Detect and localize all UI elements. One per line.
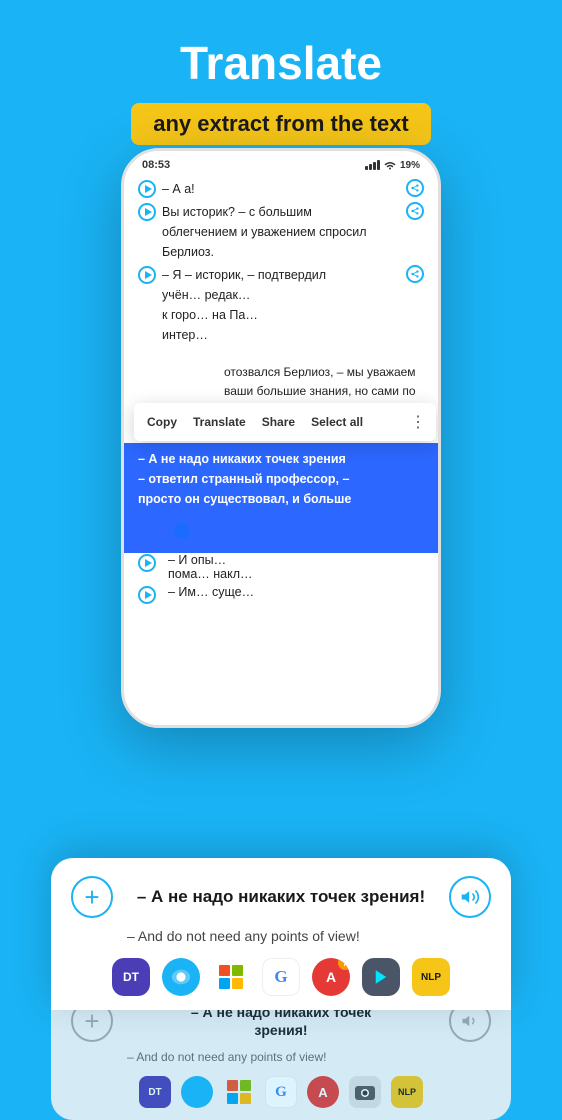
subtitle-text: any extract from the text [153, 111, 409, 136]
speaker-button[interactable] [449, 876, 491, 918]
signal-icon [365, 160, 380, 170]
play-btn-5[interactable] [138, 586, 156, 604]
text-line-3: – Я – историк, – подтвердилучён… редак…к… [138, 265, 424, 345]
translation-card: + – А не надо никаких точек зрения! – An… [51, 858, 511, 1010]
subtitle-badge: any extract from the text [131, 103, 431, 145]
ghost-app-bubble [181, 1076, 213, 1108]
reader-text-area: – А а! Вы историк? – с большимоблегчение… [124, 175, 438, 352]
share-btn-2[interactable] [406, 202, 424, 220]
app-google-translate[interactable]: G [262, 958, 300, 996]
ms-grid-icon [219, 965, 243, 989]
speaker-icon [460, 887, 480, 907]
ghost-app-at: A [307, 1076, 339, 1108]
anytrans-label: A [326, 969, 336, 985]
card-translated-text: – And do not need any points of view! [71, 928, 491, 944]
app-icons-row: DT G A 7 NLP [71, 958, 491, 996]
play-btn-4[interactable] [138, 554, 156, 572]
text-content-4: – И опы…пома… накл… [168, 553, 253, 581]
status-bar: 08:53 19% [124, 151, 438, 175]
ghost-apps: DT G A NLP [71, 1076, 491, 1108]
text-line-2: Вы историк? – с большимоблегчением и ува… [138, 202, 424, 262]
app-prompt[interactable] [362, 958, 400, 996]
card-inner: + – А не надо никаких точек зрения! [71, 876, 491, 918]
text-cursor [174, 523, 190, 539]
ghost-app-dt: DT [139, 1076, 171, 1108]
ghost-speaker-icon [461, 1012, 479, 1030]
app-nlp[interactable]: NLP [412, 958, 450, 996]
context-share[interactable]: Share [255, 411, 302, 433]
text-line-1: – А а! [138, 179, 424, 199]
text-content-5: – Им… суще… [168, 585, 254, 599]
context-select-all[interactable]: Select all [304, 411, 370, 433]
share-btn-3[interactable] [406, 265, 424, 283]
app-bubble[interactable] [162, 958, 200, 996]
app-anytrans[interactable]: A 7 [312, 958, 350, 996]
post-highlight-text: – И опы…пома… накл… – Им… суще… [138, 553, 424, 604]
app-dt-label: DT [123, 970, 139, 984]
prompt-icon [372, 968, 390, 986]
add-button[interactable]: + [71, 876, 113, 918]
wifi-icon [384, 160, 396, 170]
anytrans-badge: 7 [338, 958, 350, 970]
header: Translate any extract from the text [0, 0, 562, 163]
phone-mockup: 08:53 19% – [121, 148, 441, 728]
ghost-translation: – And do not need any points of view! [71, 1050, 491, 1064]
share-btn-1[interactable] [406, 179, 424, 197]
nlp-label: NLP [421, 972, 441, 983]
battery-text: 19% [400, 160, 420, 171]
text-content-1: – А а! [162, 179, 406, 199]
context-menu: Copy Translate Share Select all ⋮ [134, 403, 436, 441]
phone-screen: 08:53 19% – [121, 148, 441, 728]
card-original-text: – А не надо никаких точек зрения! [127, 886, 435, 908]
app-dt[interactable]: DT [112, 958, 150, 996]
reader-content: – А а! Вы историк? – с большимоблегчение… [124, 175, 438, 717]
text-content-2: Вы историк? – с большимоблегчением и ува… [162, 202, 406, 262]
google-g-icon: G [274, 967, 287, 987]
app-microsoft[interactable] [212, 958, 250, 996]
play-btn-2[interactable] [138, 203, 156, 221]
play-btn-3[interactable] [138, 266, 156, 284]
bubble-icon [170, 966, 192, 988]
context-more-icon[interactable]: ⋮ [406, 412, 430, 432]
text-content-3: – Я – историк, – подтвердилучён… редак…к… [162, 265, 406, 345]
context-translate[interactable]: Translate [186, 411, 253, 433]
page-title: Translate [20, 38, 542, 89]
highlighted-text: – А не надо никаких точек зрения – ответ… [124, 443, 438, 515]
ghost-app-nlp: NLP [391, 1076, 423, 1108]
status-icons: 19% [365, 160, 420, 171]
status-time: 08:53 [142, 159, 170, 171]
ghost-app-g: G [265, 1076, 297, 1108]
context-copy[interactable]: Copy [140, 411, 184, 433]
play-btn-1[interactable] [138, 180, 156, 198]
ghost-camera-icon [349, 1076, 381, 1108]
ghost-app-ms [223, 1076, 255, 1108]
